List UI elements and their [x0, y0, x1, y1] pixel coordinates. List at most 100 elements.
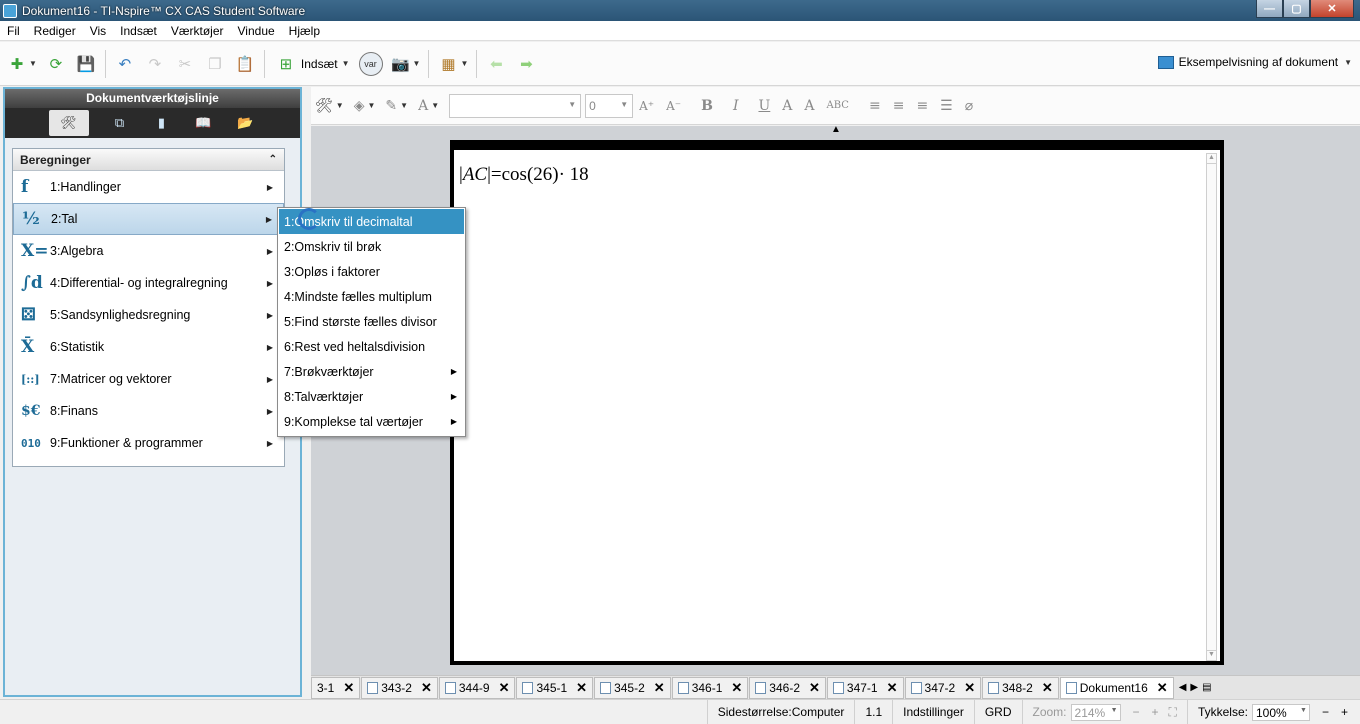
- menu-rediger[interactable]: Rediger: [27, 24, 83, 38]
- tools-icon[interactable]: 🛠: [315, 97, 333, 114]
- align-center-icon[interactable]: ≡: [893, 98, 905, 114]
- menu-item-calculus[interactable]: ∫d 4:Differential- og integralregning ▶: [13, 267, 284, 299]
- italic-button[interactable]: I: [733, 98, 739, 114]
- menu-vaerktojer[interactable]: Værktøjer: [164, 24, 231, 38]
- text-color-dropdown-icon[interactable]: ▼: [431, 101, 439, 110]
- tools-dropdown-icon[interactable]: ▼: [336, 101, 344, 110]
- tab-list-icon[interactable]: ▤: [1202, 682, 1211, 693]
- fill-color-icon[interactable]: ◈: [354, 98, 365, 114]
- redo-icon[interactable]: ↷: [143, 52, 167, 76]
- close-button[interactable]: ✕: [1310, 0, 1354, 18]
- align-left-icon[interactable]: ≡: [869, 98, 881, 114]
- scroll-down-icon[interactable]: ▼: [1207, 650, 1216, 660]
- font-size-select[interactable]: 0: [585, 93, 634, 118]
- close-tab-icon[interactable]: ✕: [421, 680, 432, 696]
- menu-hjaelp[interactable]: Hjælp: [282, 24, 327, 38]
- close-tab-icon[interactable]: ✕: [1157, 680, 1168, 696]
- underline-button[interactable]: U: [758, 98, 770, 114]
- submenu-item-complex-tools[interactable]: 9:Komplekse tal værtøjer ▶: [279, 409, 464, 434]
- menu-item-functions-programs[interactable]: 010 9:Funktioner & programmer ▶: [13, 427, 284, 459]
- close-tab-icon[interactable]: ✕: [887, 680, 898, 696]
- text-color-icon[interactable]: A: [418, 98, 428, 114]
- superscript-button[interactable]: A: [782, 98, 792, 114]
- align-right-icon[interactable]: ≡: [916, 98, 928, 114]
- fit-page-icon[interactable]: ⛶: [1169, 705, 1177, 720]
- maximize-button[interactable]: ▢: [1283, 0, 1310, 18]
- subscript-button[interactable]: A: [804, 98, 814, 114]
- page-tab[interactable]: 347-2 ✕: [904, 676, 982, 699]
- decrease-font-icon[interactable]: A⁻: [666, 99, 681, 113]
- save-icon[interactable]: 💾: [74, 52, 98, 76]
- vertical-scrollbar[interactable]: ▲ ▼: [1206, 153, 1217, 661]
- submenu-item-fraction-tools[interactable]: 7:Brøkværktøjer ▶: [279, 359, 464, 384]
- camera-dropdown-icon[interactable]: ▼: [413, 59, 421, 68]
- thickness-decrease-icon[interactable]: −: [1322, 705, 1329, 719]
- close-tab-icon[interactable]: ✕: [731, 680, 742, 696]
- line-dropdown-icon[interactable]: ▼: [400, 101, 408, 110]
- paste-icon[interactable]: 📋: [233, 52, 257, 76]
- tab-next-icon[interactable]: ▶: [1190, 682, 1198, 693]
- submenu-item-gcd[interactable]: 5:Find største fælles divisor: [279, 309, 464, 334]
- submenu-item-fraction[interactable]: 2:Omskriv til brøk: [279, 234, 464, 259]
- cut-icon[interactable]: ✂: [173, 52, 197, 76]
- line-color-icon[interactable]: ✎: [385, 98, 397, 114]
- close-tab-icon[interactable]: ✕: [576, 680, 587, 696]
- menu-item-finans[interactable]: $€ 8:Finans ▶: [13, 395, 284, 427]
- minimize-button[interactable]: —: [1256, 0, 1283, 18]
- menu-item-statistik[interactable]: X̄ 6:Statistik ▶: [13, 331, 284, 363]
- collapse-icon[interactable]: ⌃: [269, 154, 277, 165]
- thickness-increase-icon[interactable]: +: [1341, 705, 1348, 719]
- zoom-in-icon[interactable]: +: [1152, 705, 1159, 719]
- submenu-item-number-tools[interactable]: 8:Talværktøjer ▶: [279, 384, 464, 409]
- thickness-select[interactable]: 100% ▼: [1251, 703, 1310, 721]
- close-tab-icon[interactable]: ✕: [654, 680, 665, 696]
- page-sorter-tab-icon[interactable]: ⧉: [109, 113, 131, 133]
- increase-font-icon[interactable]: A⁺: [639, 99, 654, 113]
- menu-fil[interactable]: Fil: [0, 24, 27, 38]
- var-icon[interactable]: var: [358, 51, 383, 76]
- utilities-tab-icon[interactable]: 📖: [193, 113, 215, 133]
- page-tab[interactable]: 345-1 ✕: [516, 676, 594, 699]
- zoom-out-icon[interactable]: −: [1133, 705, 1140, 719]
- scroll-up-icon[interactable]: ▲: [1207, 154, 1216, 164]
- calculator-page[interactable]: |AC|=cos(26)· 18 ▲ ▼: [450, 140, 1224, 665]
- close-tab-icon[interactable]: ✕: [1042, 680, 1053, 696]
- new-dropdown-icon[interactable]: ▼: [29, 59, 37, 68]
- back-arrow-icon[interactable]: ⬅: [484, 52, 508, 76]
- insert-button[interactable]: ⊞ Indsæt ▼: [271, 52, 354, 76]
- page-tab[interactable]: 347-1 ✕: [826, 676, 904, 699]
- forward-arrow-icon[interactable]: ➡: [514, 52, 538, 76]
- submenu-item-factor[interactable]: 3:Opløs i faktorer: [279, 259, 464, 284]
- tab-prev-icon[interactable]: ◀: [1179, 682, 1187, 693]
- close-tab-icon[interactable]: ✕: [964, 680, 975, 696]
- bold-button[interactable]: B: [701, 98, 713, 114]
- menu-item-algebra[interactable]: X= 3:Algebra ▶: [13, 235, 284, 267]
- menu-item-tal[interactable]: ½ 2:Tal ▶: [13, 203, 284, 235]
- camera-icon[interactable]: 📷: [389, 52, 413, 76]
- page-tab[interactable]: 346-2 ✕: [749, 676, 826, 699]
- page-tab[interactable]: 348-2 ✕: [982, 676, 1059, 699]
- page-tab[interactable]: 3-1 ✕: [311, 676, 361, 699]
- justify-icon[interactable]: ☰: [940, 98, 953, 114]
- math-expression[interactable]: |AC|=cos(26)· 18: [459, 164, 589, 186]
- calculations-header[interactable]: Beregninger ⌃: [13, 149, 284, 171]
- submenu-item-remainder[interactable]: 6:Rest ved heltalsdivision: [279, 334, 464, 359]
- document-preview-button[interactable]: Eksempelvisning af dokument ▼: [1157, 55, 1356, 69]
- close-tab-icon[interactable]: ✕: [499, 680, 510, 696]
- open-icon[interactable]: ⟳: [44, 52, 68, 76]
- zoom-select[interactable]: 214% ▼: [1070, 703, 1121, 721]
- menu-indsaet[interactable]: Indsæt: [113, 24, 164, 38]
- close-tab-icon[interactable]: ✕: [809, 680, 820, 696]
- page-tab[interactable]: 344-9 ✕: [438, 676, 516, 699]
- page-tab[interactable]: 345-2 ✕: [594, 676, 671, 699]
- fill-dropdown-icon[interactable]: ▼: [367, 101, 375, 110]
- page-layout-icon[interactable]: ▦: [436, 52, 460, 76]
- submenu-item-lcm[interactable]: 4:Mindste fælles multiplum: [279, 284, 464, 309]
- new-document-icon[interactable]: ✚: [5, 52, 29, 76]
- page-tab[interactable]: 346-1 ✕: [671, 676, 749, 699]
- menu-vis[interactable]: Vis: [83, 24, 113, 38]
- copy-icon[interactable]: ❐: [203, 52, 227, 76]
- content-explorer-tab-icon[interactable]: 📂: [235, 113, 257, 133]
- menu-item-handlinger[interactable]: f 1:Handlinger ▶: [13, 171, 284, 203]
- angle-mode-status[interactable]: GRD: [973, 699, 1022, 724]
